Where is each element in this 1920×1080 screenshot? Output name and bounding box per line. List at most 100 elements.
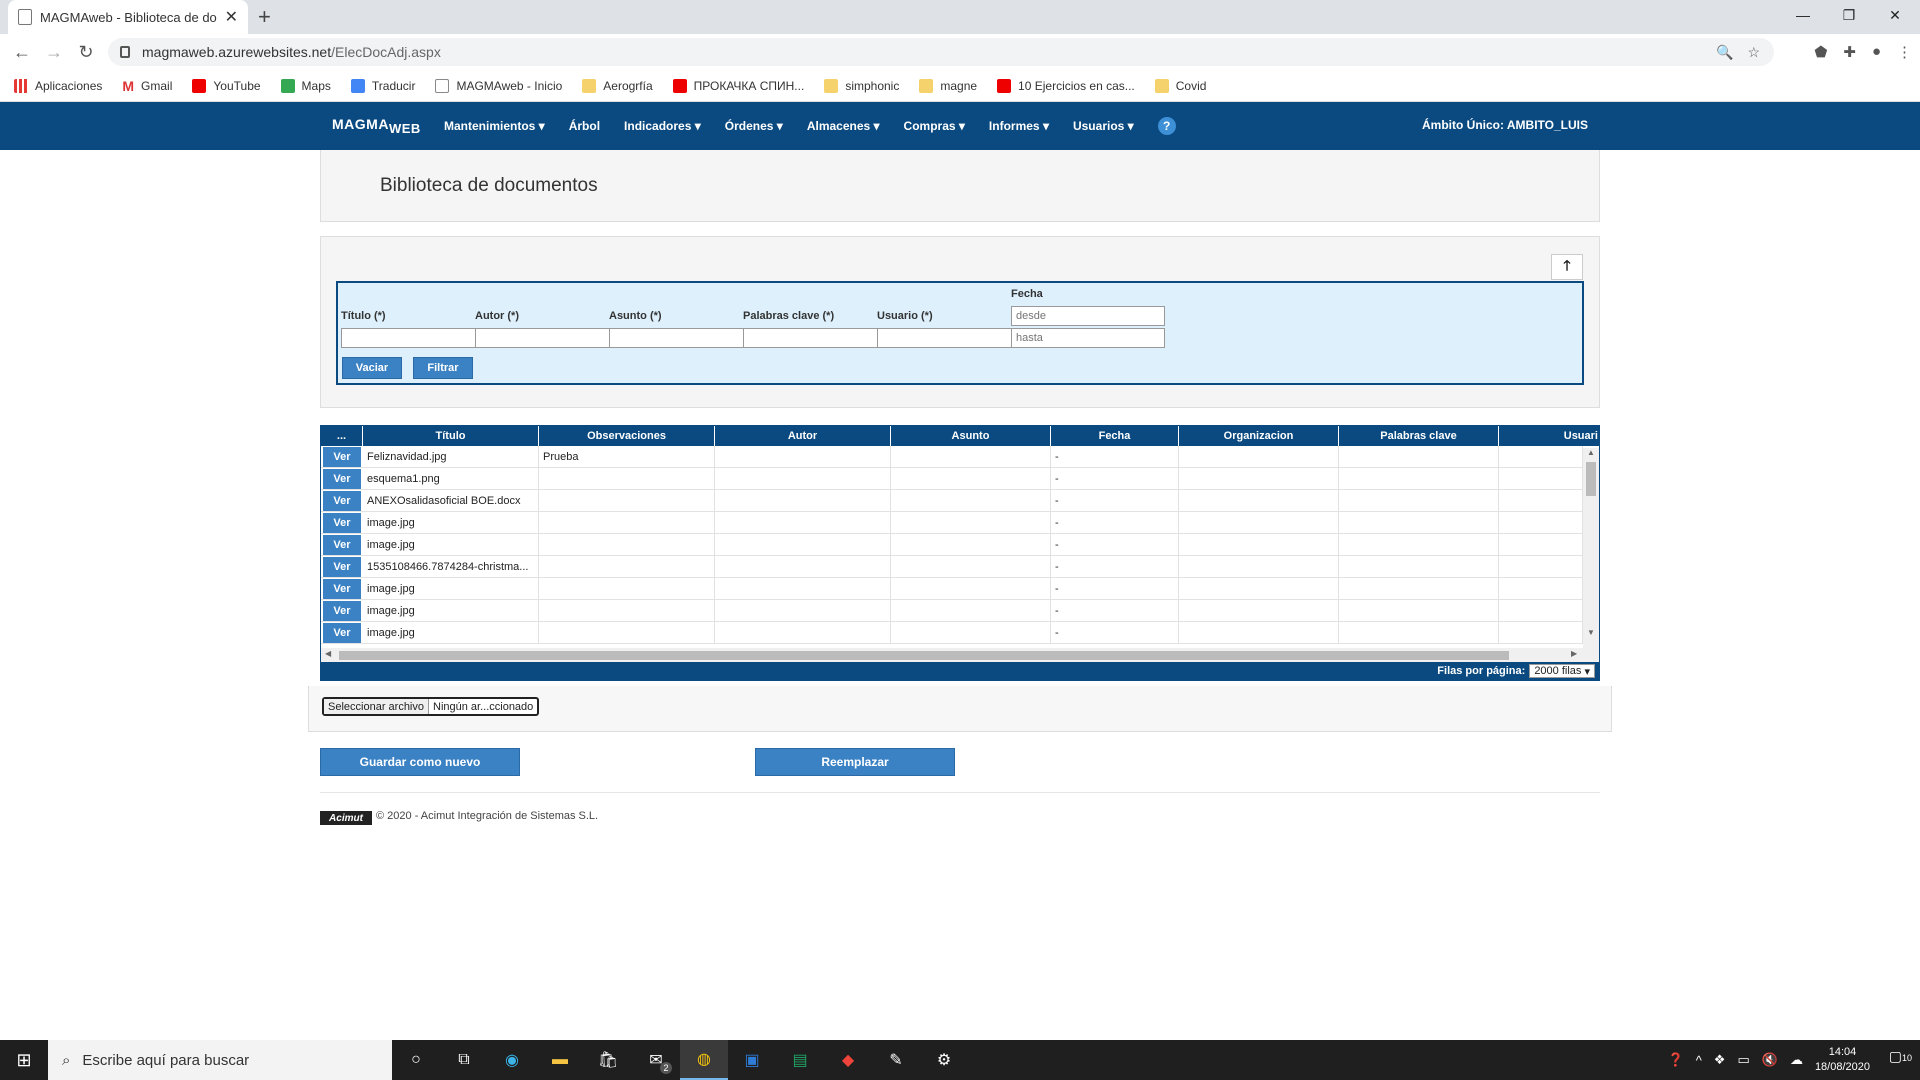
file-input[interactable]: Seleccionar archivo Ningún ar...ccionado (322, 697, 540, 716)
vertical-scrollbar[interactable]: ▲ ▼ (1583, 448, 1599, 662)
close-window-icon[interactable]: ✕ (1872, 0, 1918, 30)
palabras-clave-input[interactable] (743, 328, 883, 348)
chevron-up-icon[interactable]: ^ (1696, 1053, 1702, 1068)
reload-icon[interactable]: ↻ (70, 36, 102, 68)
extension-icon[interactable]: ⬟ (1814, 43, 1827, 61)
fecha-desde-input[interactable] (1011, 306, 1165, 326)
taskbar-search[interactable]: ⌕ Escribe aquí para buscar (48, 1040, 392, 1080)
horizontal-scrollbar[interactable]: ◀ ▶ (321, 648, 1583, 662)
ver-button[interactable]: Ver (323, 535, 361, 555)
mail-icon[interactable]: ✉ 2 (632, 1040, 680, 1080)
volume-muted-icon[interactable]: 🔇 (1762, 1052, 1778, 1068)
vaciar-button[interactable]: Vaciar (342, 357, 402, 379)
ver-button[interactable]: Ver (323, 491, 361, 511)
column-header[interactable]: Fecha (1051, 426, 1179, 446)
zoom-icon[interactable]: 🔍 (1716, 44, 1733, 61)
autor-input[interactable] (475, 328, 615, 348)
dropbox-icon[interactable]: ❖ (1714, 1052, 1726, 1068)
forward-icon[interactable]: → (38, 36, 70, 68)
edge-icon[interactable]: ◉ (488, 1040, 536, 1080)
bookmark-ejercicios[interactable]: 10 Ejercicios en cas... (997, 78, 1135, 93)
notifications-icon[interactable]: ▢10 (1889, 1048, 1912, 1065)
profile-icon[interactable]: ● (1872, 43, 1881, 61)
bookmark-aerografia[interactable]: Aerogrfía (582, 78, 653, 93)
minimize-icon[interactable]: — (1780, 0, 1826, 30)
menu-informes[interactable]: Informes ▾ (989, 119, 1049, 133)
new-tab-icon[interactable]: + (258, 4, 271, 30)
menu-arbol[interactable]: Árbol (569, 119, 600, 133)
store-icon[interactable]: 🛍 (584, 1040, 632, 1080)
onedrive-icon[interactable]: ☁ (1790, 1052, 1803, 1068)
scroll-left-icon[interactable]: ◀ (325, 649, 331, 658)
windows-start-icon[interactable]: ⊞ (0, 1040, 48, 1080)
bookmark-aplicaciones[interactable]: Aplicaciones (14, 78, 102, 93)
help-icon[interactable]: ? (1157, 117, 1176, 135)
paint-icon[interactable]: ✎ (872, 1040, 920, 1080)
clock[interactable]: 14:04 18/08/2020 (1815, 1045, 1870, 1075)
column-header[interactable]: ... (321, 426, 363, 446)
column-header[interactable]: Usuari (1499, 426, 1599, 446)
filtrar-button[interactable]: Filtrar (413, 357, 473, 379)
rows-per-page-select[interactable]: 2000 filas ▾ (1529, 664, 1595, 678)
menu-compras[interactable]: Compras ▾ (904, 119, 965, 133)
scroll-down-icon[interactable]: ▼ (1587, 628, 1595, 637)
fecha-hasta-input[interactable] (1011, 328, 1165, 348)
outlook-icon[interactable]: ▣ (728, 1040, 776, 1080)
scroll-up-icon[interactable]: ▲ (1587, 448, 1595, 457)
ver-button[interactable]: Ver (323, 557, 361, 577)
column-header[interactable]: Asunto (891, 426, 1051, 446)
excel-icon[interactable]: ▤ (776, 1040, 824, 1080)
titulo-input[interactable] (341, 328, 481, 348)
anydesk-icon[interactable]: ◆ (824, 1040, 872, 1080)
restore-icon[interactable]: ❐ (1826, 0, 1872, 30)
collapse-filters-button[interactable]: 🡑 (1551, 254, 1583, 280)
column-header[interactable]: Organizacion (1179, 426, 1339, 446)
replace-button[interactable]: Reemplazar (755, 748, 955, 776)
column-header[interactable]: Palabras clave (1339, 426, 1499, 446)
extensions-puzzle-icon[interactable]: ✚ (1843, 43, 1856, 61)
bookmark-magne[interactable]: magne (919, 78, 977, 93)
chrome-icon[interactable]: ◍ (680, 1040, 728, 1080)
cortana-icon[interactable]: ○ (392, 1040, 440, 1080)
ver-button[interactable]: Ver (323, 623, 361, 643)
bookmark-traducir[interactable]: Traducir (350, 78, 415, 93)
menu-mantenimientos[interactable]: Mantenimientos ▾ (444, 119, 545, 133)
scroll-right-icon[interactable]: ▶ (1571, 649, 1577, 658)
address-bar[interactable]: magmaweb.azurewebsites.net/ElecDocAdj.as… (108, 38, 1774, 66)
browser-tab[interactable]: MAGMAweb - Biblioteca de doc ✕ (8, 0, 248, 34)
column-header[interactable]: Observaciones (539, 426, 715, 446)
asunto-input[interactable] (609, 328, 749, 348)
ver-button[interactable]: Ver (323, 601, 361, 621)
vertical-scroll-thumb[interactable] (1586, 462, 1596, 496)
bookmark-prokachka[interactable]: ПРОКАЧКА СПИН... (672, 78, 804, 93)
bookmark-magmaweb-inicio[interactable]: MAGMAweb - Inicio (435, 78, 562, 93)
ver-button[interactable]: Ver (323, 469, 361, 489)
menu-indicadores[interactable]: Indicadores ▾ (624, 119, 701, 133)
help-tray-icon[interactable]: ❓ (1668, 1052, 1684, 1068)
ver-button[interactable]: Ver (323, 513, 361, 533)
network-icon[interactable]: ▭ (1737, 1052, 1749, 1068)
bookmark-youtube[interactable]: YouTube (192, 78, 261, 93)
select-file-button[interactable]: Seleccionar archivo (324, 699, 429, 714)
bookmark-simphonic[interactable]: simphonic (824, 78, 899, 93)
back-icon[interactable]: ← (6, 36, 38, 68)
menu-ordenes[interactable]: Órdenes ▾ (725, 119, 783, 133)
file-explorer-icon[interactable]: ▬ (536, 1040, 584, 1080)
task-view-icon[interactable]: ⧉ (440, 1040, 488, 1080)
bookmark-gmail[interactable]: M Gmail (122, 78, 172, 94)
close-tab-icon[interactable]: ✕ (225, 7, 238, 27)
column-header[interactable]: Autor (715, 426, 891, 446)
bookmark-star-icon[interactable]: ☆ (1747, 44, 1760, 61)
magmaweb-logo[interactable]: MAGMAWEB (332, 116, 421, 136)
bookmark-covid[interactable]: Covid (1154, 78, 1206, 93)
menu-almacenes[interactable]: Almacenes ▾ (807, 119, 880, 133)
ver-button[interactable]: Ver (323, 579, 361, 599)
browser-menu-icon[interactable]: ⋮ (1897, 43, 1912, 61)
settings-icon[interactable]: ⚙ (920, 1040, 968, 1080)
bookmark-maps[interactable]: Maps (280, 78, 331, 93)
column-header[interactable]: Título (363, 426, 539, 446)
save-as-new-button[interactable]: Guardar como nuevo (320, 748, 520, 776)
horizontal-scroll-thumb[interactable] (339, 651, 1509, 660)
menu-usuarios[interactable]: Usuarios ▾ (1073, 119, 1134, 133)
ver-button[interactable]: Ver (323, 447, 361, 467)
